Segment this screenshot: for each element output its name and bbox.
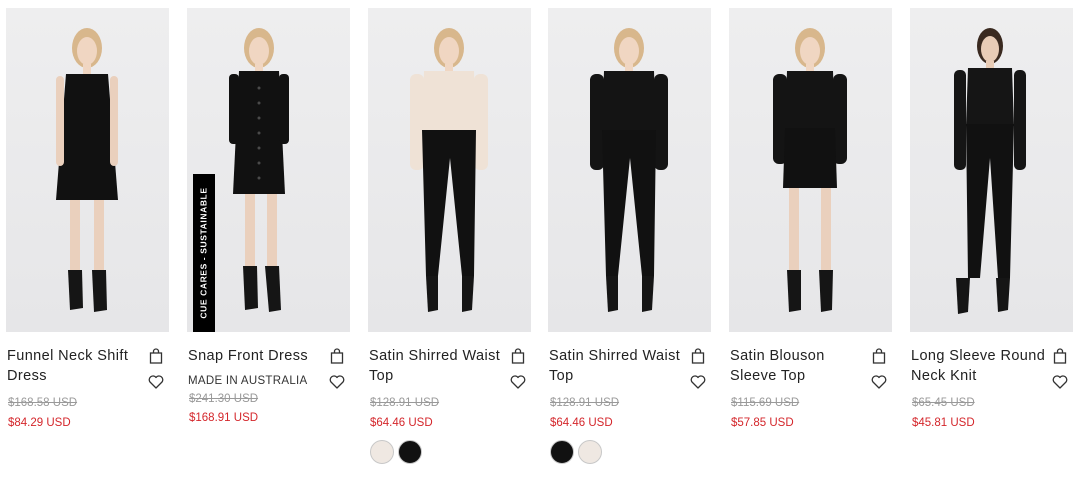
product-card: Satin Blouson Sleeve Top $115.69 USD $57… bbox=[729, 0, 892, 477]
sale-price: $45.81 USD bbox=[912, 417, 975, 429]
product-image[interactable] bbox=[910, 8, 1073, 332]
swatch-black[interactable] bbox=[398, 440, 422, 464]
product-card: Funnel Neck Shift Dress $168.58 USD $84.… bbox=[6, 0, 169, 477]
product-image[interactable] bbox=[729, 8, 892, 332]
model-photo bbox=[410, 28, 488, 312]
original-price: $115.69 USD bbox=[731, 397, 800, 409]
heart-icon[interactable] bbox=[329, 375, 345, 389]
product-card: CUE CARES - SUSTAINABLE Snap Front Dress… bbox=[187, 0, 350, 477]
heart-icon[interactable] bbox=[871, 375, 887, 389]
original-price: $128.91 USD bbox=[550, 397, 620, 409]
heart-icon[interactable] bbox=[690, 375, 706, 389]
model-photo bbox=[590, 28, 668, 312]
sale-price: $84.29 USD bbox=[8, 417, 71, 429]
product-name[interactable]: Long Sleeve Round Neck Knit bbox=[911, 346, 1046, 386]
original-price: $128.91 USD bbox=[370, 397, 440, 409]
made-in-label: MADE IN AUSTRALIA bbox=[188, 375, 308, 387]
swatch-champagne[interactable] bbox=[578, 440, 602, 464]
sale-price: $57.85 USD bbox=[731, 417, 794, 429]
shopping-bag-icon[interactable] bbox=[511, 348, 525, 364]
product-name[interactable]: Satin Blouson Sleeve Top bbox=[730, 346, 865, 386]
sustainable-badge: CUE CARES - SUSTAINABLE bbox=[193, 174, 215, 332]
product-card: Long Sleeve Round Neck Knit $65.45 USD $… bbox=[910, 0, 1073, 477]
product-image[interactable] bbox=[6, 8, 169, 332]
product-card: Satin Shirred Waist Top $128.91 USD $64.… bbox=[548, 0, 711, 477]
product-name[interactable]: Snap Front Dress bbox=[188, 346, 323, 366]
sale-price: $168.91 USD bbox=[189, 412, 259, 424]
model-photo bbox=[954, 28, 1026, 314]
shopping-bag-icon[interactable] bbox=[1053, 348, 1067, 364]
original-price: $168.58 USD bbox=[8, 397, 78, 409]
badge-label: CUE CARES - SUSTAINABLE bbox=[199, 187, 210, 319]
product-image[interactable]: CUE CARES - SUSTAINABLE bbox=[187, 8, 350, 332]
product-image[interactable] bbox=[548, 8, 711, 332]
sale-price: $64.46 USD bbox=[550, 417, 613, 429]
shopping-bag-icon[interactable] bbox=[330, 348, 344, 364]
heart-icon[interactable] bbox=[1052, 375, 1068, 389]
sale-price: $64.46 USD bbox=[370, 417, 433, 429]
heart-icon[interactable] bbox=[148, 375, 164, 389]
product-grid: Funnel Neck Shift Dress $168.58 USD $84.… bbox=[0, 0, 1080, 477]
product-name[interactable]: Satin Shirred Waist Top bbox=[549, 346, 684, 386]
product-name[interactable]: Funnel Neck Shift Dress bbox=[7, 346, 142, 386]
original-price: $65.45 USD bbox=[912, 397, 975, 409]
heart-icon[interactable] bbox=[510, 375, 526, 389]
product-image[interactable] bbox=[368, 8, 531, 332]
product-name[interactable]: Satin Shirred Waist Top bbox=[369, 346, 504, 386]
shopping-bag-icon[interactable] bbox=[691, 348, 705, 364]
model-photo bbox=[56, 28, 118, 312]
model-photo bbox=[773, 28, 847, 312]
swatch-black[interactable] bbox=[550, 440, 574, 464]
shopping-bag-icon[interactable] bbox=[149, 348, 163, 364]
original-price: $241.30 USD bbox=[189, 393, 259, 405]
product-card: Satin Shirred Waist Top $128.91 USD $64.… bbox=[368, 0, 531, 477]
shopping-bag-icon[interactable] bbox=[872, 348, 886, 364]
swatch-champagne[interactable] bbox=[370, 440, 394, 464]
